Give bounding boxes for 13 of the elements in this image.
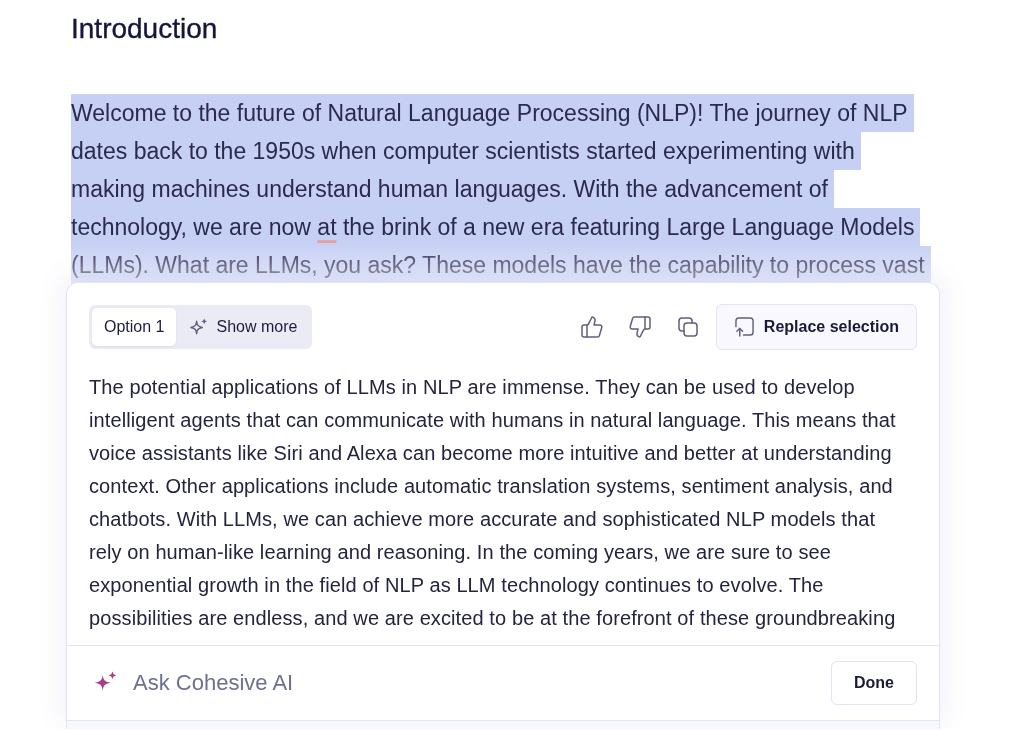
option-tab[interactable]: Option 1	[92, 308, 177, 346]
sparkle-icon	[189, 318, 209, 336]
done-button[interactable]: Done	[831, 661, 917, 705]
thumbs-up-icon	[580, 316, 603, 338]
document-paragraph: Welcome to the future of Natural Language Processing (NLP)! The journey of NLP dates back to the 1950s when computer scientists started experimenting with making machines understand human languages. With the advancement of technology, we are now at the brink of a new era featuring Large Language Models (LLMs). What are LLMs, you ask? These models have the capability to process vast	[71, 94, 931, 284]
ask-field[interactable]: Ask Cohesive AI	[133, 666, 831, 700]
frame-arrow-icon	[734, 317, 754, 337]
section-heading: Introduction	[71, 12, 218, 46]
copy-icon	[677, 317, 698, 337]
thumbs-down-icon	[628, 316, 651, 338]
replace-selection-button[interactable]: Replace selection	[715, 304, 917, 350]
show-more-button[interactable]: Show more	[176, 308, 310, 346]
suggestion-text: The potential applications of LLMs in NLP are immense. They can be used to develop intelligent agents that can communicate with humans in natural language. This means that voice assistants like Siri and Alexa can become more intuitive and better at understanding context. Other applications include automatic translation systems, sentiment analysis, and chatbots. With LLMs, we can achieve more accurate and sophisticated NLP models that rely on human-like learning and reasoning. In the coming years, we are sure to see exponential growth in the field of NLP as LLM technology continues to evolve. The possibilities are endless, and we are excited to be at the forefront of these groundbreaking	[89, 375, 896, 631]
